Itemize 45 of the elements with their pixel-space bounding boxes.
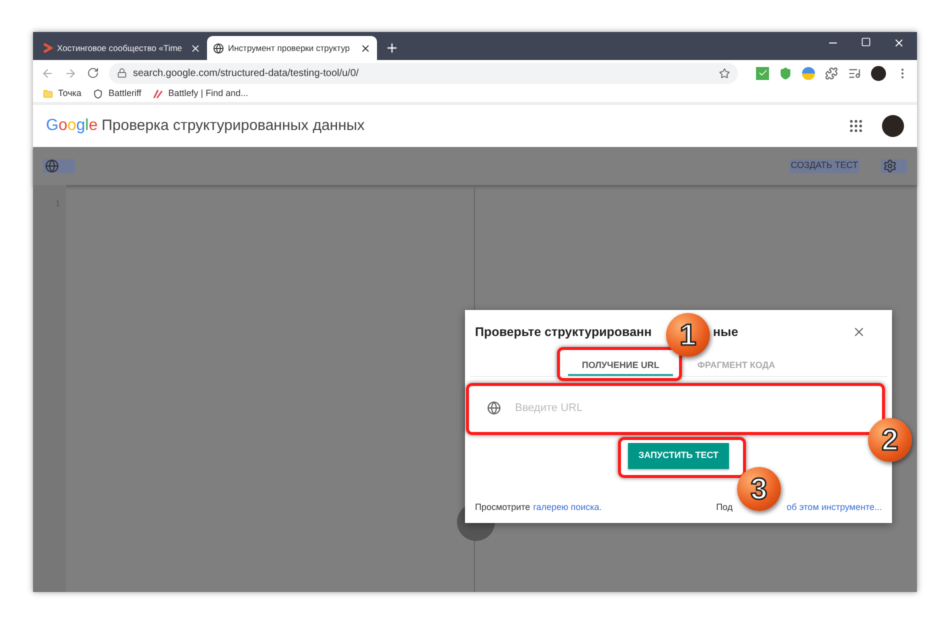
about-link[interactable]: об этом инструменте...	[786, 500, 882, 514]
url-input[interactable]: Введите URL	[515, 400, 854, 416]
lock-icon	[117, 68, 127, 78]
chevron-icon	[43, 43, 53, 53]
folder-icon	[43, 89, 53, 99]
url-text: search.google.com/structured-data/testing-tool/u/0/	[133, 66, 360, 80]
new-tab-icon[interactable]	[385, 41, 399, 55]
page-title: Проверка структурированных данных	[102, 116, 365, 136]
browser-tab[interactable]: Хостинговое сообщество «Time	[37, 36, 207, 60]
close-icon[interactable]	[360, 42, 371, 54]
avatar-icon[interactable]	[871, 66, 886, 80]
run-test-button[interactable]: ЗАПУСТИТЬ ТЕСТ	[628, 443, 729, 469]
gallery-link[interactable]: галерею поиска.	[533, 500, 602, 514]
playlist-icon[interactable]	[848, 66, 861, 80]
bookmark[interactable]: Battleriff	[93, 87, 142, 101]
reload-icon[interactable]	[87, 67, 99, 79]
tab-title: Инструмент проверки структур	[228, 42, 351, 54]
check-icon[interactable]	[756, 66, 769, 80]
footer-text: Под	[716, 500, 733, 514]
shield-icon[interactable]	[779, 66, 792, 80]
shield-icon	[93, 89, 104, 99]
bookmark[interactable]: Точка	[43, 87, 82, 101]
close-icon[interactable]	[190, 42, 201, 54]
browser-tab[interactable]: Инструмент проверки структур	[207, 36, 377, 60]
footer-text: Просмотрите	[475, 500, 530, 514]
bookmark[interactable]: Battlefy | Find and...	[153, 87, 248, 101]
globe-icon	[213, 42, 224, 54]
maximize-icon[interactable]	[861, 37, 871, 47]
extension-icon[interactable]	[802, 66, 815, 80]
globe-icon	[487, 401, 501, 415]
address-bar[interactable]: search.google.com/structured-data/testing-tool/u/0/	[109, 62, 738, 84]
settings-icon[interactable]	[881, 159, 907, 173]
close-icon[interactable]	[852, 325, 866, 339]
tab-title: Хостинговое сообщество «Time	[57, 42, 184, 54]
avatar-icon[interactable]	[882, 115, 904, 137]
puzzle-icon[interactable]	[825, 66, 838, 80]
google-logo: Google	[46, 116, 98, 136]
apps-icon[interactable]	[848, 118, 864, 134]
close-icon[interactable]	[893, 37, 905, 49]
dialog-title: Проверьте структурированн	[475, 324, 652, 341]
star-icon[interactable]	[719, 68, 730, 78]
dialog-tab[interactable]: ПОЛУЧЕНИЕ URL	[568, 358, 674, 376]
dialog-title: ные	[713, 324, 738, 341]
globe-icon[interactable]	[43, 159, 75, 173]
slash-icon	[153, 89, 164, 99]
